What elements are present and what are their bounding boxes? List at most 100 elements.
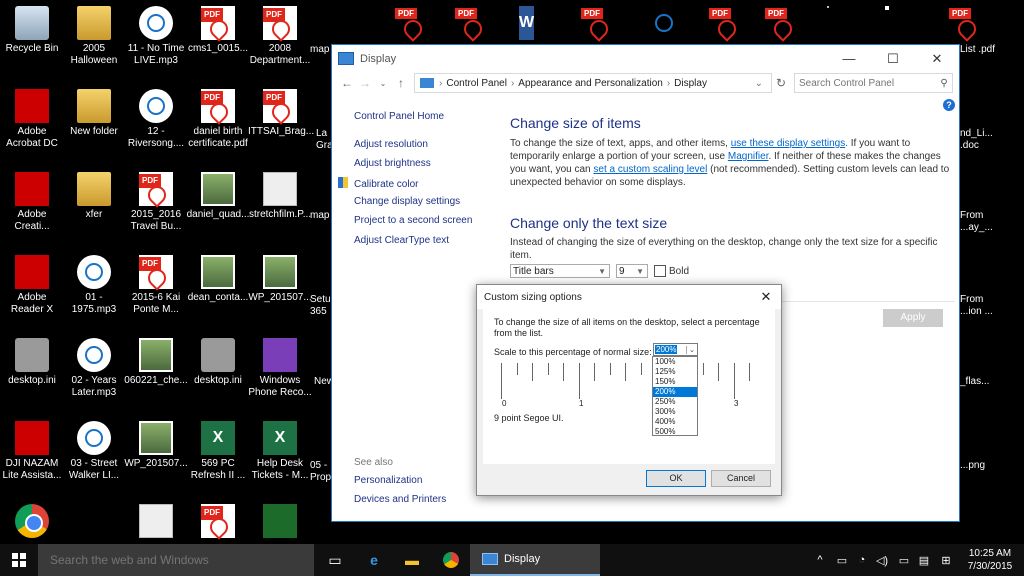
battery-icon[interactable]: ▭ — [832, 544, 852, 576]
nav-control-panel-home[interactable]: Control Panel Home — [354, 111, 444, 122]
nav-adjust-resolution[interactable]: Adjust resolution — [354, 139, 428, 150]
breadcrumb-display[interactable]: Display — [674, 78, 707, 89]
desktop-icon[interactable]: 2005 Halloween — [62, 6, 126, 67]
desktop-icon[interactable]: X 569 PC Refresh II ... — [186, 421, 250, 482]
desktop-icon[interactable]: dean_conta... — [186, 255, 250, 304]
desktop-icon[interactable]: 060221_che... — [124, 338, 188, 387]
desktop-icon-partial[interactable]: W — [519, 6, 535, 40]
nav-change-display-settings[interactable]: Change display settings — [354, 196, 460, 207]
nav-devices-printers[interactable]: Devices and Printers — [354, 494, 446, 505]
display-settings-link[interactable]: use these display settings — [731, 138, 846, 149]
taskbar-search-input[interactable] — [48, 552, 302, 568]
language-icon[interactable]: ⊞ — [936, 544, 956, 576]
scale-option[interactable]: 200% — [653, 387, 697, 397]
nav-calibrate-color[interactable]: Calibrate color — [354, 179, 418, 190]
maximize-button[interactable]: ☐ — [871, 51, 915, 67]
volume-icon[interactable]: ◁) — [872, 544, 892, 576]
desktop-icon[interactable]: 11 - No Time LIVE.mp3 — [124, 6, 188, 67]
search-input[interactable] — [795, 76, 936, 90]
up-arrow-icon[interactable]: ↑ — [392, 76, 410, 90]
desktop-icon[interactable] — [124, 504, 188, 541]
desktop-icon-partial[interactable] — [885, 6, 889, 10]
desktop-icon[interactable]: Recycle Bin — [0, 6, 64, 55]
cancel-button[interactable]: Cancel — [711, 470, 771, 487]
desktop-icon-partial[interactable]: List .pdf — [960, 44, 1000, 56]
apply-button[interactable]: Apply — [883, 309, 943, 327]
desktop-icon[interactable]: cms1_0015... — [186, 6, 250, 55]
scale-combobox[interactable]: 200% ⌄ — [653, 343, 698, 356]
scale-option[interactable]: 400% — [653, 417, 697, 427]
ok-button[interactable]: OK — [646, 470, 706, 487]
desktop-icon[interactable]: 03 - Street Walker LI... — [62, 421, 126, 482]
scale-option[interactable]: 250% — [653, 397, 697, 407]
desktop-icon[interactable]: WP_201507... — [124, 421, 188, 470]
desktop-icon-partial[interactable]: nd_Li... .doc — [960, 128, 1000, 152]
desktop-icon[interactable]: DJI NAZAM Lite Assista... — [0, 421, 64, 482]
scale-option[interactable]: 100% — [653, 357, 697, 367]
file-explorer-icon[interactable]: ▬ — [393, 544, 431, 576]
desktop-icon-partial[interactable]: 05 - Prop — [310, 460, 332, 484]
edge-icon[interactable]: e — [355, 544, 393, 576]
scale-option[interactable]: 125% — [653, 367, 697, 377]
back-arrow-icon[interactable]: ← — [338, 76, 356, 90]
refresh-icon[interactable]: ↻ — [772, 76, 790, 90]
nav-adjust-brightness[interactable]: Adjust brightness — [354, 158, 431, 169]
magnifier-link[interactable]: Magnifier — [728, 151, 769, 162]
dialog-close-icon[interactable]: ✕ — [751, 289, 781, 305]
notification-icon[interactable]: ▤ — [914, 544, 934, 576]
desktop-icon[interactable]: WP_201507... — [248, 255, 312, 304]
desktop-icon[interactable]: 01 - 1975.mp3 — [62, 255, 126, 316]
show-hidden-icons[interactable]: ^ — [810, 544, 830, 576]
help-icon[interactable]: ? — [943, 99, 955, 111]
desktop-icon[interactable]: X Help Desk Tickets - M... — [248, 421, 312, 482]
address-dropdown-icon[interactable]: ⌄ — [751, 78, 767, 89]
desktop-icon[interactable]: daniel_quad... — [186, 172, 250, 221]
desktop-icon-partial[interactable]: map — [310, 44, 332, 56]
desktop-icon-partial[interactable]: ...png — [960, 460, 1000, 472]
nav-calibrate-color-row[interactable]: Calibrate color — [338, 177, 418, 190]
breadcrumb-appearance[interactable]: Appearance and Personalization — [518, 78, 663, 89]
close-button[interactable]: ✕ — [915, 51, 959, 67]
nav-project-second-screen[interactable]: Project to a second screen — [354, 215, 472, 226]
scale-option[interactable]: 150% — [653, 377, 697, 387]
desktop-icon[interactable]: stretchfilm.P... — [248, 172, 312, 221]
scale-ruler[interactable]: 0 1 3 — [501, 363, 750, 408]
forward-arrow-icon[interactable]: → — [356, 76, 374, 90]
desktop-icon[interactable]: 02 - Years Later.mp3 — [62, 338, 126, 399]
search-icon[interactable]: ⚲ — [936, 78, 952, 89]
scale-dropdown-list[interactable]: 100% 125% 150% 200% 250% 300% 400% 500% — [652, 356, 698, 436]
desktop-icon[interactable]: daniel birth certificate.pdf — [186, 89, 250, 150]
desktop-icon-partial[interactable]: Setu 365 — [310, 294, 332, 318]
title-bar[interactable]: Display — ☐ ✕ — [332, 45, 959, 72]
desktop-icon-partial[interactable] — [827, 6, 829, 8]
clock[interactable]: 10:25 AM 7/30/2015 — [960, 547, 1020, 573]
desktop-icon[interactable]: Adobe Acrobat DC — [0, 89, 64, 150]
keyboard-icon[interactable]: ▭ — [894, 544, 914, 576]
desktop-icon[interactable]: 2008 Department... — [248, 6, 312, 67]
desktop-icon[interactable]: 12 - Riversong.... — [124, 89, 188, 150]
network-icon[interactable]: ◔ — [852, 544, 872, 576]
desktop-icon-partial[interactable]: From ...ion ... — [960, 294, 1000, 318]
start-button[interactable] — [0, 544, 38, 576]
desktop-icon[interactable] — [186, 504, 250, 541]
desktop-icon-partial[interactable]: From ...ay_... — [960, 210, 1000, 234]
desktop-icon[interactable]: Windows Phone Reco... — [248, 338, 312, 399]
desktop-icon[interactable]: New folder — [62, 89, 126, 138]
nav-adjust-cleartype[interactable]: Adjust ClearType text — [354, 235, 449, 246]
font-size-select[interactable]: 9 ▼ — [616, 264, 648, 278]
desktop-icon[interactable]: Adobe Reader X — [0, 255, 64, 316]
desktop-icon[interactable]: desktop.ini — [186, 338, 250, 387]
bold-checkbox[interactable] — [654, 265, 666, 277]
desktop-icon-partial[interactable]: map — [310, 210, 332, 222]
chevron-down-icon[interactable]: ⌄ — [686, 345, 697, 354]
dialog-title-bar[interactable]: Custom sizing options ✕ — [477, 285, 781, 309]
desktop-icon[interactable]: 2015_2016 Travel Bu... — [124, 172, 188, 233]
breadcrumb-control-panel[interactable]: Control Panel — [446, 78, 507, 89]
minimize-button[interactable]: — — [827, 51, 871, 66]
desktop-icon-partial[interactable]: _flas... — [960, 376, 1000, 388]
scale-option[interactable]: 500% — [653, 427, 697, 437]
taskbar-display-app[interactable]: Display — [470, 544, 600, 576]
recent-chevron-icon[interactable]: ⌄ — [374, 79, 392, 88]
custom-scaling-link[interactable]: set a custom scaling level — [593, 164, 707, 175]
desktop-icon[interactable]: ITTSAI_Brag... — [248, 89, 314, 138]
